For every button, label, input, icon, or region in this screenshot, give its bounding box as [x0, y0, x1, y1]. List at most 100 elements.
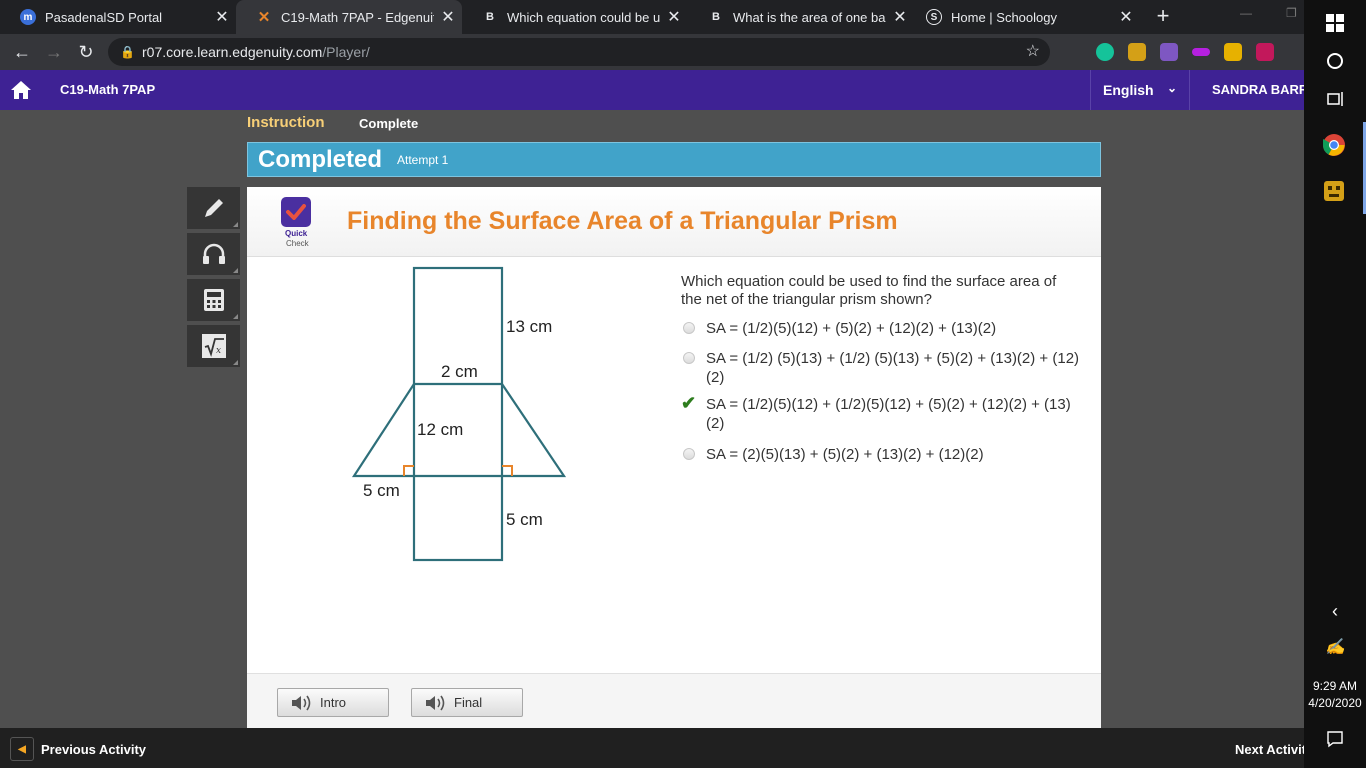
url-host: r07.core.learn.edgenuity.com	[142, 44, 323, 60]
pencil-icon	[204, 199, 223, 217]
browser-toolbar: ← → ↻ 🔒 r07.core.learn.edgenuity.com/Pla…	[0, 34, 1304, 70]
forward-arrow-icon[interactable]: →	[42, 40, 66, 64]
completion-status-bar: Completed Attempt 1	[247, 142, 1101, 177]
tab-pasadenalsd-portal[interactable]: m PasadenalSD Portal ✕	[0, 0, 236, 34]
totem-extension-icon[interactable]	[1128, 43, 1146, 61]
pen-workspace-icon[interactable]: ✍	[1304, 624, 1366, 670]
tab-title: C19-Math 7PAP - Edgenuity.co	[281, 9, 434, 25]
right-angle-marker-left	[403, 465, 414, 476]
tab-title: What is the area of one base o	[733, 9, 886, 25]
close-icon[interactable]: ✕	[886, 7, 914, 27]
url-path: /Player/	[322, 44, 370, 60]
calculator-icon	[203, 289, 224, 311]
grammarly-extension-icon[interactable]	[1096, 43, 1114, 61]
pencil-tool-button[interactable]	[187, 187, 240, 231]
next-activity-button[interactable]: Next Activity	[1235, 742, 1304, 757]
answer-option[interactable]: SA = (1/2) (5)(13) + (1/2) (5)(13) + (5)…	[681, 349, 1081, 387]
grid-extension-icon[interactable]	[1224, 43, 1242, 61]
activity-header: Quick Check Finding the Surface Area of …	[247, 187, 1101, 257]
minimize-icon[interactable]: —	[1240, 6, 1252, 20]
speaker-icon	[426, 695, 445, 710]
option-text: SA = (1/2) (5)(13) + (1/2) (5)(13) + (5)…	[706, 350, 1080, 386]
home-button[interactable]	[0, 70, 42, 110]
browser-tab-strip: m PasadenalSD Portal ✕ ✕ C19-Math 7PAP -…	[0, 0, 1304, 34]
brainly-favicon-icon: B	[712, 11, 720, 23]
edgenuity-favicon-icon: ✕	[257, 9, 271, 26]
back-arrow-icon[interactable]: ←	[10, 40, 34, 64]
lock-icon: 🔒	[120, 45, 135, 59]
net-rectangles	[412, 266, 504, 562]
schoology-favicon-icon: S	[926, 9, 942, 25]
label-2cm: 2 cm	[441, 362, 478, 381]
bookmark-star-icon[interactable]: ☆	[1026, 38, 1040, 66]
badge-label-line2: Check	[286, 239, 309, 248]
tab-brainly-question-1[interactable]: B Which equation could be used ✕	[462, 0, 688, 34]
tab-instruction[interactable]: Instruction	[247, 114, 325, 131]
brainly-favicon-icon: B	[486, 11, 494, 23]
tab-title: Which equation could be used	[507, 9, 660, 25]
answer-option[interactable]: SA = (1/2)(5)(12) + (5)(2) + (12)(2) + (…	[681, 319, 1081, 338]
right-angle-marker-right	[502, 465, 513, 476]
quick-check-icon	[281, 197, 311, 227]
option-text: SA = (2)(5)(13) + (5)(2) + (13)(2) + (12…	[706, 446, 984, 463]
headphones-icon	[202, 243, 225, 264]
task-view-icon[interactable]	[1304, 76, 1366, 122]
right-triangle	[501, 383, 567, 478]
radio-button[interactable]	[683, 448, 695, 460]
user-name[interactable]: SANDRA BARR	[1212, 82, 1304, 97]
label-12cm: 12 cm	[417, 420, 464, 439]
tab-schoology[interactable]: S Home | Schoology ✕	[914, 0, 1140, 34]
radio-button[interactable]	[683, 352, 695, 364]
speaker-icon	[292, 695, 311, 710]
close-icon[interactable]: ✕	[660, 7, 688, 27]
audio-tool-button[interactable]	[187, 233, 240, 277]
language-select[interactable]: English ⌄	[1090, 70, 1190, 110]
calculator-tool-button[interactable]	[187, 279, 240, 323]
radio-button[interactable]	[683, 322, 695, 334]
tool-palette: x	[187, 187, 240, 369]
previous-activity-button[interactable]: ◀ Previous Activity	[10, 737, 146, 761]
app-taskbar-icon[interactable]	[1304, 168, 1366, 214]
notifications-icon[interactable]	[1304, 716, 1366, 762]
windows-taskbar: ‹ ✍ 9:29 AM 4/20/2020	[1304, 0, 1366, 768]
restore-icon[interactable]: ❐	[1286, 6, 1297, 20]
course-title: C19-Math 7PAP	[60, 82, 156, 97]
puzzle-extension-icon[interactable]	[1192, 48, 1210, 56]
activity-navigation-bar: ◀ Previous Activity Next Activity	[0, 728, 1304, 768]
cube-extension-icon[interactable]	[1160, 43, 1178, 61]
prism-net-figure: 13 cm 2 cm 12 cm 5 cm 5 cm	[347, 263, 577, 563]
close-icon[interactable]: ✕	[1112, 7, 1140, 27]
activity-footer: Intro Final	[247, 673, 1101, 728]
clock-date: 4/20/2020	[1308, 696, 1362, 710]
close-icon[interactable]: ✕	[434, 7, 462, 27]
home-icon	[11, 81, 31, 99]
answer-option[interactable]: SA = (2)(5)(13) + (5)(2) + (13)(2) + (12…	[681, 445, 1081, 464]
label-13cm: 13 cm	[506, 317, 553, 336]
activity-card: Quick Check Finding the Surface Area of …	[247, 187, 1101, 728]
tab-title: Home | Schoology	[951, 9, 1057, 25]
previous-activity-label: Previous Activity	[41, 741, 147, 757]
activity-title: Finding the Surface Area of a Triangular…	[347, 207, 898, 235]
portal-favicon-icon: m	[20, 9, 36, 25]
close-icon[interactable]: ✕	[208, 7, 236, 27]
avatar-extension-icon[interactable]	[1256, 43, 1274, 61]
svg-text:x: x	[216, 346, 221, 356]
new-tab-button[interactable]: +	[1150, 4, 1176, 30]
answer-option-selected[interactable]: ✔ SA = (1/2)(5)(12) + (1/2)(5)(12) + (5)…	[681, 393, 1081, 433]
reload-icon[interactable]: ↻	[74, 40, 98, 64]
checkmark-icon: ✔	[681, 393, 697, 413]
chrome-taskbar-icon[interactable]	[1304, 122, 1366, 168]
tab-complete[interactable]: Complete	[359, 116, 418, 131]
app-header: C19-Math 7PAP English ⌄ SANDRA BARR	[0, 70, 1304, 110]
final-label: Final	[454, 695, 483, 710]
final-audio-button[interactable]: Final	[411, 688, 523, 717]
formula-tool-button[interactable]: x	[187, 325, 240, 369]
label-5cm-base: 5 cm	[363, 481, 400, 500]
intro-audio-button[interactable]: Intro	[277, 688, 389, 717]
tab-edgenuity[interactable]: ✕ C19-Math 7PAP - Edgenuity.co ✕	[236, 0, 462, 34]
address-bar[interactable]: 🔒 r07.core.learn.edgenuity.com/Player/ ☆	[108, 38, 1050, 66]
intro-label: Intro	[320, 695, 347, 710]
taskbar-clock[interactable]: 9:29 AM 4/20/2020	[1304, 678, 1366, 712]
question-prompt: Which equation could be used to find the…	[681, 273, 1057, 308]
tab-brainly-question-2[interactable]: B What is the area of one base o ✕	[688, 0, 914, 34]
